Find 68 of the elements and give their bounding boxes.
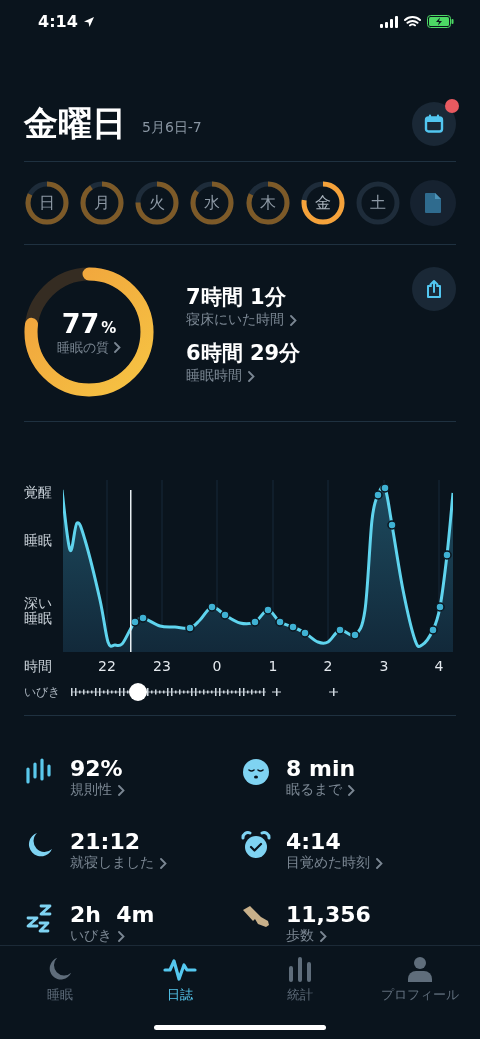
chevron-icon bbox=[160, 857, 167, 869]
stat-value: 8 min bbox=[286, 756, 356, 782]
scrubber-handle[interactable] bbox=[129, 683, 147, 702]
chevron-icon bbox=[248, 370, 255, 382]
share-button[interactable] bbox=[412, 267, 456, 312]
stat-label[interactable]: 歩数 bbox=[286, 927, 314, 946]
hour-label: 23 bbox=[153, 658, 171, 675]
stat-value: 2h 4m bbox=[70, 902, 155, 928]
person-icon bbox=[407, 956, 433, 983]
tab[interactable]: プロフィール bbox=[360, 952, 480, 1005]
stat-value: 92% bbox=[70, 756, 124, 782]
tab[interactable]: 日誌 bbox=[120, 952, 240, 1005]
metric-value: 6時間 29分 bbox=[186, 340, 302, 368]
hour-label: 2 bbox=[323, 658, 333, 675]
stat-value: 21:12 bbox=[70, 829, 142, 855]
stage-label: 覚醒 bbox=[24, 484, 53, 503]
bar-chart-icon bbox=[288, 956, 312, 983]
stat-value: 11,356 bbox=[286, 902, 371, 928]
metric-label[interactable]: 寝床にいた時間 bbox=[186, 311, 284, 330]
chevron-icon bbox=[114, 342, 121, 354]
document-icon bbox=[424, 192, 442, 215]
stage-label: 睡眠 bbox=[24, 532, 53, 551]
metric-label[interactable]: 睡眠時間 bbox=[186, 367, 242, 386]
hour-label: 1 bbox=[268, 658, 278, 675]
percent-unit: % bbox=[101, 318, 117, 337]
day-ring[interactable]: 日 bbox=[24, 180, 70, 227]
quality-value: 77 bbox=[61, 307, 100, 339]
stat-value: 4:14 bbox=[286, 829, 342, 855]
clock-time: 4:14 bbox=[38, 12, 78, 32]
day-title: 金曜日 bbox=[24, 102, 126, 146]
stage-label: 深い睡眠 bbox=[24, 596, 53, 627]
hour-label: 3 bbox=[379, 658, 389, 675]
stat-label[interactable]: 就寝しました bbox=[70, 854, 154, 873]
day-ring[interactable]: 水 bbox=[189, 180, 236, 227]
chevron-icon bbox=[290, 314, 297, 326]
signal-icon bbox=[380, 15, 398, 28]
chevron-icon bbox=[118, 784, 125, 796]
chevron-icon bbox=[320, 930, 327, 942]
calendar-button[interactable] bbox=[412, 102, 456, 147]
day-ring[interactable]: 金 bbox=[299, 180, 346, 227]
share-icon bbox=[425, 279, 443, 300]
tab[interactable]: 統計 bbox=[240, 952, 360, 1005]
chevron-icon bbox=[118, 930, 125, 942]
snore-label: いびき bbox=[24, 683, 61, 701]
hour-label: 22 bbox=[98, 658, 116, 675]
stat-label[interactable]: 規則性 bbox=[70, 781, 112, 800]
quality-label[interactable]: 睡眠の質 bbox=[57, 338, 109, 357]
stat-label[interactable]: 目覚めた時刻 bbox=[286, 854, 370, 873]
metric-value: 7時間 1分 bbox=[186, 284, 287, 312]
day-ring[interactable]: 月 bbox=[79, 180, 126, 227]
calendar-icon bbox=[424, 114, 444, 135]
sleepy-face-icon bbox=[242, 758, 270, 787]
hour-label: 4 bbox=[434, 658, 444, 675]
stat-label[interactable]: 眠るまで bbox=[286, 781, 342, 800]
chevron-icon bbox=[376, 857, 383, 869]
chevron-icon bbox=[348, 784, 355, 796]
location-arrow-icon bbox=[82, 15, 95, 28]
tab[interactable]: 睡眠 bbox=[0, 952, 120, 1005]
report-button[interactable] bbox=[410, 180, 456, 227]
day-ring[interactable]: 土 bbox=[354, 180, 401, 227]
wave-icon bbox=[163, 958, 197, 983]
wifi-icon bbox=[404, 15, 421, 28]
hour-label: 0 bbox=[212, 658, 222, 675]
day-ring[interactable]: 木 bbox=[244, 180, 291, 227]
day-ring[interactable]: 火 bbox=[134, 180, 181, 227]
date-range: 5月6日-7 bbox=[142, 119, 202, 138]
axis-title: 時間 bbox=[24, 658, 53, 677]
stat-label[interactable]: いびき bbox=[70, 927, 112, 946]
